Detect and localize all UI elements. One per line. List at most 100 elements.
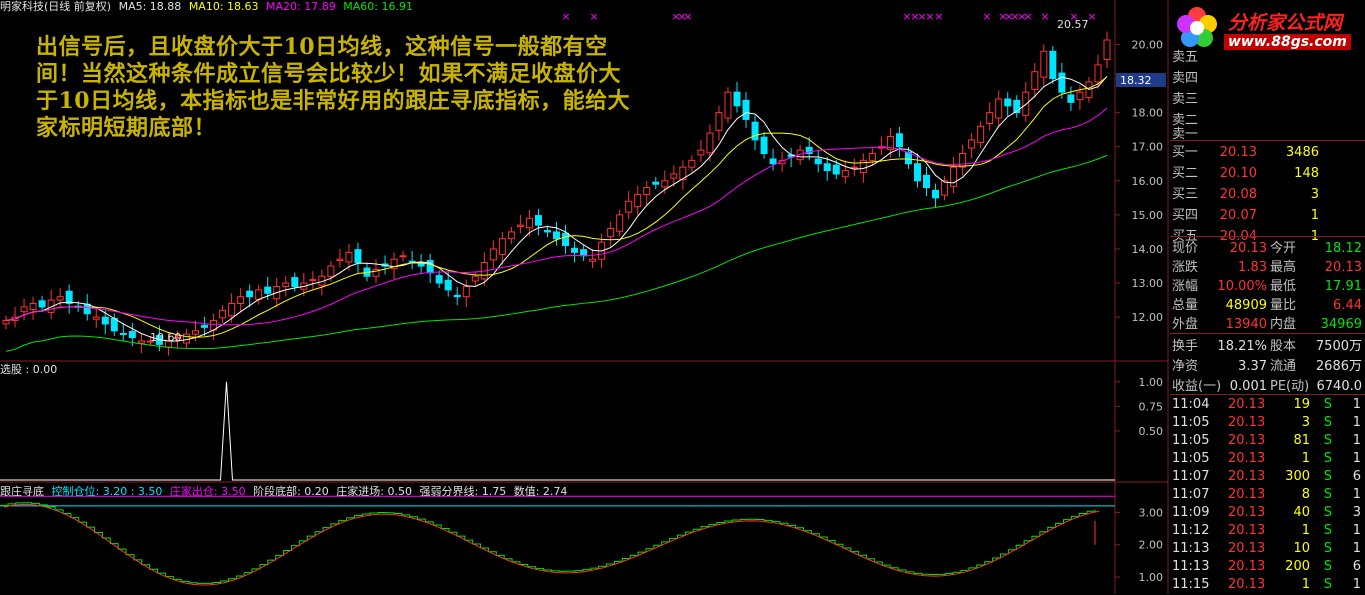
candle-body [38,300,46,308]
fundamental-row: 换手 18.21% 股本 7500万 [1170,336,1365,357]
quote-label: 涨跌 [1172,260,1199,275]
main-chart-header: 明家科技(日线 前复权) MA5: 18.88 MA10: 18.63 MA20… [0,0,417,13]
candle-body [742,99,750,120]
candle-body [607,228,615,238]
sell-row: 卖三 [1170,89,1365,110]
y-tick-label: 18.00 [1132,107,1164,120]
sub1-header: 选股 : 0.00 [0,363,61,376]
candle-body [336,258,344,262]
candle-body [435,275,443,284]
candle-body [670,173,678,179]
sub2-jieduan: 阶段底部: 0.20 [253,485,329,498]
quote-label: 今开 [1270,241,1297,256]
fundamental-label: 换手 [1172,339,1199,354]
y-tick-label: 14.00 [1132,243,1164,256]
candle-body [525,217,533,229]
candle-body [345,251,353,263]
candle-body [1067,94,1075,103]
fundamental-value: 18.21% [1217,339,1267,354]
y-tick-label: 0.75 [1139,400,1164,413]
candle-body [228,303,236,317]
fundamental-value: 2686万 [1315,359,1362,374]
candle-body [706,132,714,154]
quote-row: 现价 20.13 今开 18.12 [1170,238,1365,259]
candle-body [246,290,254,298]
y-tick-label: 3.00 [1139,506,1164,519]
candle-body [751,121,759,141]
y-tick-label: 0.50 [1139,425,1164,438]
candle-body [625,200,633,213]
candle-body [841,170,849,178]
sell-row: 卖四 [1170,68,1365,89]
fundamental-row: 净资 3.37 流通 2686万 [1170,356,1365,377]
ma60-label: MA60: 16.91 [343,0,413,13]
buy-price: 20.08 [1219,187,1257,202]
logo-url: www.88gs.com [1224,34,1351,50]
quote-label: 最高 [1270,260,1297,275]
candle-body [498,238,506,255]
candle-body [1022,91,1030,116]
signal-mark: × [1040,10,1049,23]
candle-body [1040,50,1048,78]
candle-body [913,163,921,182]
candle-body [986,112,994,125]
quote-value: 34969 [1320,317,1362,332]
candle-body [83,303,91,315]
quote-label: 最低 [1270,279,1297,294]
selection-signal-line [0,381,1115,481]
y-tick-label: 15.00 [1132,209,1164,222]
candle-body [137,340,145,344]
sub2-qiangruo: 强弱分界线: 1.75 [419,485,507,498]
buy-label: 买一 [1172,145,1199,160]
candle-body [1058,72,1066,93]
stock-title: 明家科技(日线 前复权) [0,0,112,13]
candle-body [182,333,190,344]
candle-body [128,330,136,339]
candle-body [661,180,669,188]
signal-mark: × [683,10,692,23]
fundamental-label: 流通 [1270,359,1297,374]
candle-body [923,174,931,189]
candle-body [309,279,317,282]
candle-body [354,249,362,264]
candle-body [868,153,876,161]
panel-divider [1170,394,1365,395]
candle-body [941,180,949,196]
sub2-header: 跟庄寻底 控制仓位: 3.20 : 3.50 庄家出仓: 3.50 阶段底部: … [0,485,571,498]
candle-body [282,282,290,287]
buy-row: 买四 20.07 1 [1170,205,1365,226]
quote-value: 1.83 [1238,260,1267,275]
fundamental-value: 3.37 [1238,359,1267,374]
candle-body [932,189,940,199]
candle-body [553,231,560,240]
candle-body [688,159,696,168]
candle-body [29,303,37,311]
quote-value: 20.13 [1324,260,1362,275]
candle-body [832,164,840,175]
current-price-tag-label: 18.32 [1120,74,1152,87]
candle-body [237,296,245,305]
candle-body [995,98,1003,119]
candle-body [959,153,967,168]
quote-panel: 卖五 卖四 卖三 卖二 卖一 买一 20.13 3486 买二 20.10 148 买三 20.08 3 买… [1170,0,1365,594]
candle-body [399,255,407,258]
candle-body [56,296,64,301]
ma5-label: MA5: 18.88 [118,0,182,13]
candle-body [1076,91,1084,101]
buy-volume: 1 [1310,208,1319,223]
y-tick-label: 16.00 [1132,175,1164,188]
signal-mark: × [561,10,570,23]
candle-body [20,306,28,313]
candle-body [1049,50,1057,80]
candle-body [489,248,497,261]
buy-label: 买四 [1172,208,1199,223]
tick-count: 1 [1352,577,1361,592]
candle-body [534,215,542,226]
signal-mark: × [589,10,598,23]
candle-body [462,285,470,298]
low-annotation: 10.60 [150,331,182,344]
candle-body [733,91,741,107]
candle-body [1031,71,1039,90]
quote-value: 17.91 [1324,279,1362,294]
logo-title: 分析家公式网 [1228,12,1343,34]
